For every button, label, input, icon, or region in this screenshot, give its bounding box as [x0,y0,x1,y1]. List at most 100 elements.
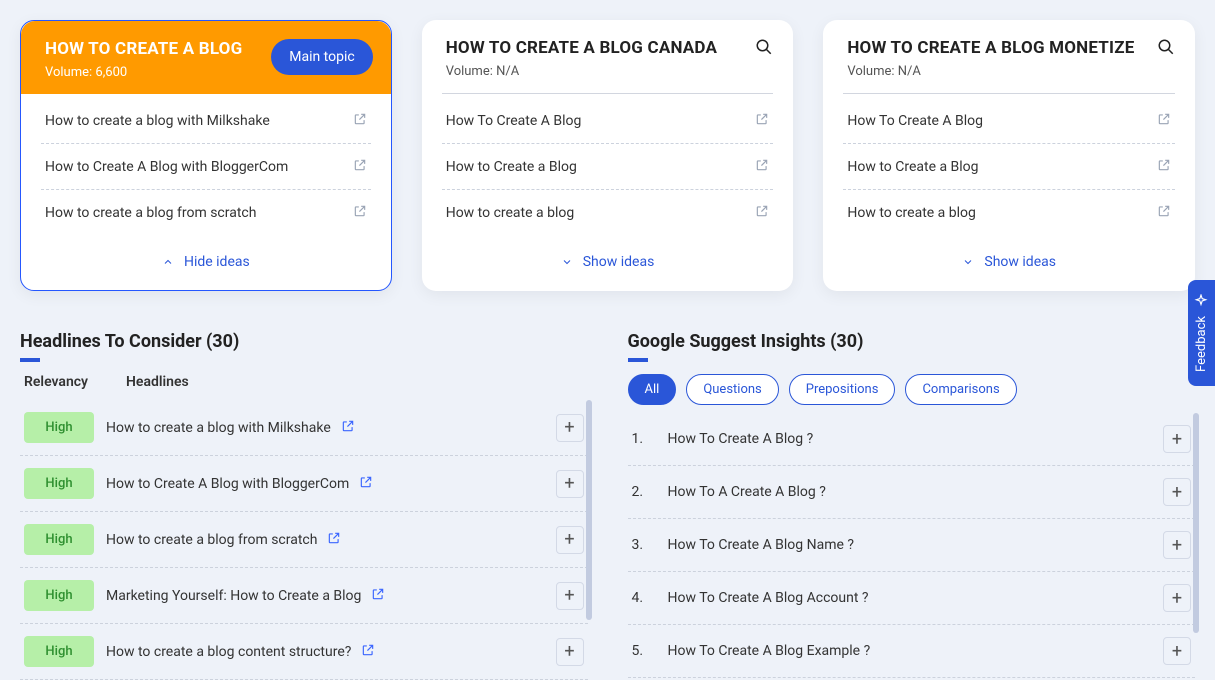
idea-row[interactable]: How to Create a Blog [442,144,774,190]
add-button[interactable]: + [1163,584,1191,612]
add-button[interactable]: + [1163,478,1191,506]
topic-card: HOW TO CREATE A BLOG MONETIZE Volume: N/… [823,20,1195,291]
external-link-icon[interactable] [353,111,367,130]
idea-text: How To Create A Blog [446,113,582,129]
idea-row[interactable]: How to create a blog [442,190,774,235]
panel-title: Google Suggest Insights (30) [628,331,1196,360]
chevron-up-icon [162,256,174,268]
insight-row: 2. How To A Create A Blog ? + [628,466,1196,519]
relevancy-badge: High [24,524,94,555]
card-volume: Volume: N/A [847,64,1171,79]
row-number: 2. [632,484,652,500]
headline-row: High How to create a blog content structu… [20,624,588,680]
external-link-icon[interactable] [755,203,769,222]
topic-card: HOW TO CREATE A BLOG CANADA Volume: N/A … [422,20,794,291]
add-button[interactable]: + [556,470,584,498]
idea-text: How to create a blog [847,205,976,221]
insight-text: How To Create A Blog Account ? [668,590,1148,606]
idea-text: How to Create a Blog [847,159,978,175]
headline-text: How to create a blog with Milkshake [106,420,331,436]
external-link-icon[interactable] [371,587,385,605]
idea-row[interactable]: How to create a blog with Milkshake [41,98,371,144]
insights-panel: Google Suggest Insights (30) All Questio… [628,331,1196,680]
main-topic-pill[interactable]: Main topic [271,39,372,75]
external-link-icon[interactable] [755,111,769,130]
external-link-icon[interactable] [353,157,367,176]
relevancy-badge: High [24,636,94,667]
topic-card-main: HOW TO CREATE A BLOG Volume: 6,600 Main … [20,20,392,291]
external-link-icon[interactable] [327,531,341,549]
tab-questions[interactable]: Questions [686,374,778,405]
external-link-icon[interactable] [1157,203,1171,222]
add-button[interactable]: + [1163,425,1191,453]
external-link-icon[interactable] [755,157,769,176]
card-volume: Volume: N/A [446,64,770,79]
scrollbar[interactable] [586,400,592,620]
add-button[interactable]: + [556,638,584,666]
card-title: HOW TO CREATE A BLOG MONETIZE [847,38,1171,58]
external-link-icon[interactable] [1157,111,1171,130]
relevancy-badge: High [24,580,94,611]
headline-text: How to create a blog from scratch [106,532,317,548]
insight-row: 1.How To Create A Blog ?+ [628,413,1196,466]
add-button[interactable]: + [1163,531,1191,559]
idea-row[interactable]: How To Create A Blog [843,98,1175,144]
insight-row: 4. How To Create A Blog Account ? + [628,572,1196,625]
headlines-panel: Headlines To Consider (30) Relevancy Hea… [20,331,588,680]
tab-all[interactable]: All [628,374,677,405]
insight-text: How To A Create A Blog ? [668,484,1148,500]
external-link-icon[interactable] [361,643,375,661]
headline-row: High How to create a blog from scratch + [20,512,588,568]
add-button[interactable]: + [556,526,584,554]
external-link-icon[interactable] [341,419,355,437]
add-button[interactable]: + [556,582,584,610]
idea-text: How to create a blog with Milkshake [45,113,270,129]
col-headlines: Headlines [126,374,189,390]
row-number: 5. [632,643,652,659]
relevancy-badge: High [24,468,94,499]
row-number: 3. [632,537,652,553]
panel-title: Headlines To Consider (30) [20,331,588,360]
idea-row[interactable]: How to create a blog from scratch [41,190,371,235]
headline-row: High How to create a blog with Milkshake + [20,400,588,456]
headline-text: How to Create A Blog with BloggerCom [106,476,349,492]
headline-text: How to create a blog content structure? [106,644,351,660]
chevron-down-icon [962,256,974,268]
add-button[interactable]: + [1163,637,1191,665]
external-link-icon[interactable] [359,475,373,493]
search-icon[interactable] [1157,38,1175,60]
insight-row: 5. How To Create A Blog Example ? + [628,625,1196,678]
tab-prepositions[interactable]: Prepositions [789,374,896,405]
headline-row: High Marketing Yourself: How to Create a … [20,568,588,624]
hide-ideas-toggle[interactable]: Hide ideas [162,254,250,270]
headline-text: Marketing Yourself: How to Create a Blog [106,588,361,604]
tab-comparisons[interactable]: Comparisons [905,374,1016,405]
search-icon[interactable] [755,38,773,60]
show-ideas-toggle[interactable]: Show ideas [561,254,655,270]
headline-row: High How to Create A Blog with BloggerCom… [20,456,588,512]
idea-row[interactable]: How to Create A Blog with BloggerCom [41,144,371,190]
add-button[interactable]: + [556,414,584,442]
scrollbar[interactable] [1193,413,1199,633]
chevron-down-icon [561,256,573,268]
relevancy-badge: High [24,412,94,443]
idea-row[interactable]: How to Create a Blog [843,144,1175,190]
idea-text: How to Create A Blog with BloggerCom [45,159,288,175]
idea-row[interactable]: How To Create A Blog [442,98,774,144]
row-number: 4. [632,590,652,606]
col-relevancy: Relevancy [24,374,88,390]
card-title: HOW TO CREATE A BLOG CANADA [446,38,770,58]
idea-text: How to Create a Blog [446,159,577,175]
idea-text: How To Create A Blog [847,113,983,129]
insight-text: How To Create A Blog Example ? [668,643,1148,659]
external-link-icon[interactable] [1157,157,1171,176]
row-number: 1. [632,431,652,447]
idea-text: How to create a blog [446,205,575,221]
idea-text: How to create a blog from scratch [45,205,256,221]
idea-row[interactable]: How to create a blog [843,190,1175,235]
feedback-tab[interactable]: Feedback [1188,280,1215,386]
show-ideas-toggle[interactable]: Show ideas [962,254,1056,270]
insight-row: 3.How To Create A Blog Name ?+ [628,519,1196,572]
sparkle-icon [1195,294,1209,308]
external-link-icon[interactable] [353,203,367,222]
